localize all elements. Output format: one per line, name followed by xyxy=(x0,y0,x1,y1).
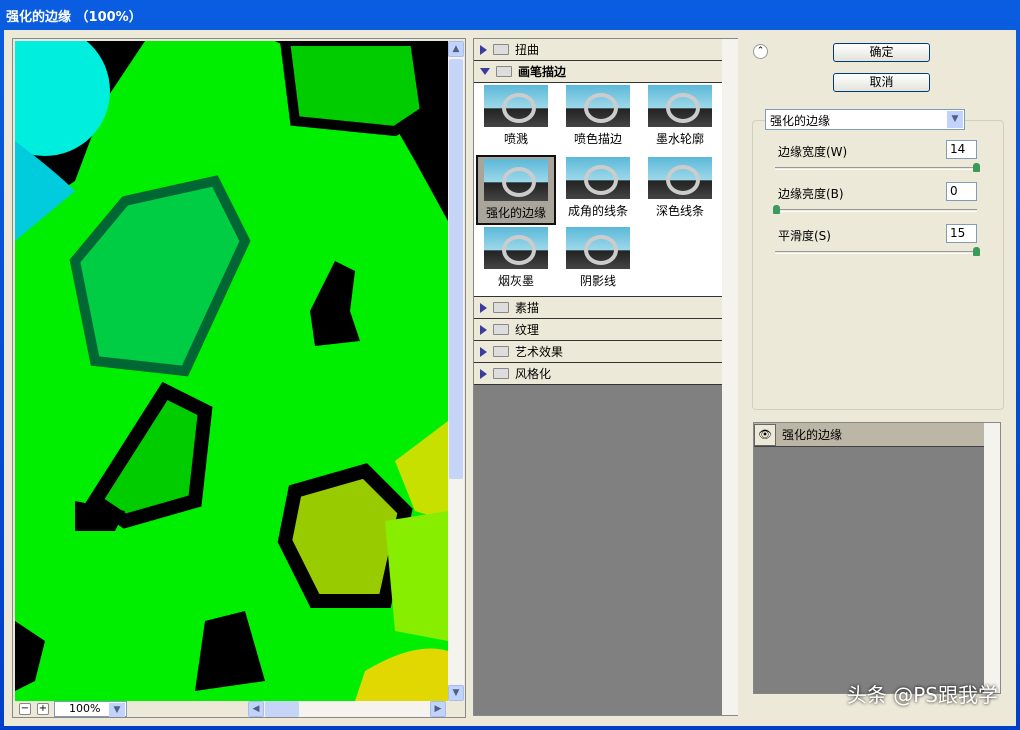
folder-icon xyxy=(493,302,509,313)
filter-thumb-spatter[interactable]: 喷溅 xyxy=(476,83,556,153)
settings-group xyxy=(752,120,1004,410)
expand-arrow-icon xyxy=(480,325,487,335)
thumbnail-image xyxy=(648,85,712,127)
category-label: 扭曲 xyxy=(515,41,539,58)
zoom-out-button[interactable]: − xyxy=(19,703,31,715)
chevron-down-icon: ▼ xyxy=(947,111,963,128)
preview-horizontal-scrollbar[interactable]: ◀ ▶ xyxy=(248,701,446,717)
thumb-label: 成角的线条 xyxy=(568,204,628,218)
filter-thumb-dark-strokes[interactable]: 深色线条 xyxy=(640,155,720,225)
edge-brightness-slider[interactable] xyxy=(775,209,977,212)
collapse-gallery-button[interactable]: ⌃ xyxy=(753,44,768,59)
filter-thumb-angled-strokes[interactable]: 成角的线条 xyxy=(558,155,638,225)
edge-brightness-input[interactable]: 0 xyxy=(946,182,977,201)
thumb-label: 喷色描边 xyxy=(574,132,622,146)
category-label: 画笔描边 xyxy=(518,63,566,80)
ok-button[interactable]: 确定 xyxy=(833,43,930,62)
filter-browser: 扭曲 画笔描边 喷溅 喷色描边 墨水轮廓 强化的边缘 成角的线条 深色线条 烟灰… xyxy=(473,38,738,716)
thumbnail-image xyxy=(566,85,630,127)
thumbnail-image xyxy=(566,227,630,269)
chevron-down-icon: ▼ xyxy=(109,703,125,717)
dialog-client: ▲ ▼ − + 100% ▼ ◀ ▶ 扭曲 画笔描边 喷溅 喷色描边 墨水轮廓 … xyxy=(4,30,1016,726)
category-label: 纹理 xyxy=(515,321,539,338)
edge-width-label: 边缘宽度(W) xyxy=(778,143,847,160)
folder-open-icon xyxy=(496,66,512,77)
filter-thumb-ink-outlines[interactable]: 墨水轮廓 xyxy=(640,83,720,153)
smoothness-input[interactable]: 15 xyxy=(946,224,977,243)
edge-width-input[interactable]: 14 xyxy=(946,140,977,159)
scroll-right-button[interactable]: ▶ xyxy=(430,701,446,717)
preview-image[interactable] xyxy=(15,41,448,701)
filter-select-value: 强化的边缘 xyxy=(770,114,830,128)
scroll-left-button[interactable]: ◀ xyxy=(248,701,264,717)
expand-arrow-icon xyxy=(480,45,487,55)
thumb-label: 强化的边缘 xyxy=(486,206,546,220)
eye-icon[interactable]: 👁 xyxy=(754,424,776,446)
category-label: 风格化 xyxy=(515,365,551,382)
smoothness-label: 平滑度(S) xyxy=(778,227,831,244)
smoothness-slider[interactable] xyxy=(775,251,977,254)
collapse-arrow-icon xyxy=(480,68,490,75)
category-label: 素描 xyxy=(515,299,539,316)
category-label: 艺术效果 xyxy=(515,343,563,360)
filter-gallery-window: 强化的边缘 （100%） ▲ ▼ − + 100% ▼ xyxy=(0,0,1020,730)
folder-icon xyxy=(493,346,509,357)
filter-list-scrollbar[interactable] xyxy=(722,39,738,715)
edge-brightness-slider-handle[interactable] xyxy=(773,205,780,214)
preview-vertical-scrollbar[interactable]: ▲ ▼ xyxy=(448,41,464,701)
thumbnail-image xyxy=(484,85,548,127)
thumbnail-image xyxy=(484,159,548,201)
zoom-select[interactable]: 100% ▼ xyxy=(54,701,127,717)
category-texture[interactable]: 纹理 xyxy=(474,319,722,341)
layers-scrollbar[interactable] xyxy=(984,423,1000,693)
h-scroll-thumb[interactable] xyxy=(265,701,299,717)
watermark: 头条 @PS跟我学 xyxy=(847,679,998,708)
expand-arrow-icon xyxy=(480,303,487,313)
smoothness-slider-handle[interactable] xyxy=(973,247,980,256)
thumb-label: 墨水轮廓 xyxy=(656,132,704,146)
scroll-down-button[interactable]: ▼ xyxy=(448,685,464,701)
thumb-label: 阴影线 xyxy=(580,274,616,288)
window-title: 强化的边缘 （100%） xyxy=(6,6,142,25)
thumbnail-image xyxy=(566,157,630,199)
zoom-in-button[interactable]: + xyxy=(37,703,49,715)
folder-icon xyxy=(493,324,509,335)
scroll-up-button[interactable]: ▲ xyxy=(448,41,464,57)
expand-arrow-icon xyxy=(480,347,487,357)
category-artistic[interactable]: 艺术效果 xyxy=(474,341,722,363)
scroll-thumb[interactable] xyxy=(449,59,463,479)
category-stylize[interactable]: 风格化 xyxy=(474,363,722,385)
preview-toolbar: − + 100% ▼ ◀ ▶ xyxy=(15,701,464,717)
thumb-label: 深色线条 xyxy=(656,204,704,218)
effect-layer-label: 强化的边缘 xyxy=(782,426,842,443)
zoom-value: 100% xyxy=(69,702,100,715)
filter-thumbnails: 喷溅 喷色描边 墨水轮廓 强化的边缘 成角的线条 深色线条 烟灰墨 阴影线 xyxy=(474,83,722,297)
filter-thumb-accented-edges[interactable]: 强化的边缘 xyxy=(476,155,556,225)
filter-thumb-crosshatch[interactable]: 阴影线 xyxy=(558,225,638,295)
folder-icon xyxy=(493,44,509,55)
filter-thumb-sumi-e[interactable]: 烟灰墨 xyxy=(476,225,556,295)
expand-arrow-icon xyxy=(480,369,487,379)
cancel-button[interactable]: 取消 xyxy=(833,73,930,92)
edge-width-slider[interactable] xyxy=(775,167,977,170)
thumbnail-image xyxy=(648,157,712,199)
edge-brightness-label: 边缘亮度(B) xyxy=(778,185,844,202)
thumb-label: 烟灰墨 xyxy=(498,274,534,288)
thumbnail-image xyxy=(484,227,548,269)
edge-width-slider-handle[interactable] xyxy=(973,163,980,172)
effect-layer-item[interactable]: 👁 强化的边缘 xyxy=(754,423,984,447)
preview-panel: ▲ ▼ − + 100% ▼ ◀ ▶ xyxy=(12,38,466,718)
filter-thumb-sprayed-strokes[interactable]: 喷色描边 xyxy=(558,83,638,153)
folder-icon xyxy=(493,368,509,379)
filter-select[interactable]: 强化的边缘 ▼ xyxy=(765,109,965,130)
category-sketch[interactable]: 素描 xyxy=(474,297,722,319)
thumb-label: 喷溅 xyxy=(504,132,528,146)
category-distort[interactable]: 扭曲 xyxy=(474,39,722,61)
effect-layers-panel: 👁 强化的边缘 xyxy=(753,422,1001,694)
category-brush-strokes[interactable]: 画笔描边 xyxy=(474,61,722,83)
